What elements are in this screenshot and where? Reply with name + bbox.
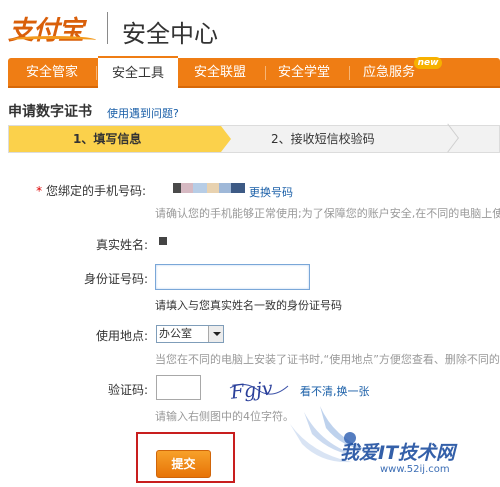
phone-hint: 请确认您的手机能够正常使用;为了保障您的账户安全,在不同的电脑上使	[155, 207, 500, 220]
logo-swoosh	[10, 36, 96, 44]
masked-phone-number	[173, 183, 245, 193]
step-1-arrow	[221, 126, 231, 152]
step-1-label: 1、填写信息	[73, 132, 142, 146]
alipay-logo[interactable]: 支付宝	[8, 10, 100, 46]
chevron-down-icon[interactable]	[208, 326, 223, 342]
captcha-image[interactable]: Fgjv	[228, 374, 290, 404]
nav-item-security-alliance[interactable]: 安全联盟	[194, 58, 246, 88]
watermark-text: 我爱IT技术网	[340, 442, 456, 464]
location-label: 使用地点:	[95, 329, 148, 343]
mask-segment	[173, 183, 181, 193]
mask-segment	[231, 183, 245, 193]
step-2-label: 2、接收短信校验码	[271, 132, 375, 146]
masked-real-name	[159, 237, 167, 245]
nav-item-security-tools[interactable]: 安全工具	[98, 56, 178, 90]
nav-divider	[265, 66, 266, 80]
mask-segment	[193, 183, 207, 193]
header-divider	[107, 12, 108, 44]
location-select[interactable]: 办公室	[156, 325, 224, 343]
page-title: 安全中心	[122, 20, 218, 48]
phone-label: * 您绑定的手机号码:	[6, 182, 146, 199]
page-heading: 申请数字证书	[8, 104, 92, 120]
id-number-input[interactable]	[155, 264, 310, 290]
mask-segment	[219, 183, 231, 193]
submit-button[interactable]: 提交	[156, 450, 211, 478]
id-number-note: 请填入与您真实姓名一致的身份证号码	[155, 299, 342, 312]
watermark-url: www.52ij.com	[380, 464, 450, 475]
nav-item-security-manager[interactable]: 安全管家	[26, 58, 78, 88]
nav-divider	[349, 66, 350, 80]
captcha-input[interactable]	[156, 375, 201, 400]
location-selected-value: 办公室	[159, 327, 192, 340]
progress-steps: 1、填写信息 2、接收短信校验码	[8, 123, 500, 153]
nav-item-security-school[interactable]: 安全学堂	[278, 58, 330, 88]
location-hint: 当您在不同的电脑上安装了证书时,“使用地点”方便您查看、删除不同的证	[155, 353, 500, 366]
real-name-label: 真实姓名:	[95, 238, 148, 252]
mask-segment	[181, 183, 193, 193]
change-phone-link[interactable]: 更换号码	[249, 184, 293, 200]
captcha-label: 验证码:	[107, 383, 148, 397]
help-link[interactable]: 使用遇到问题?	[107, 105, 179, 121]
id-number-label: 身份证号码:	[83, 272, 148, 286]
phone-label-text: 您绑定的手机号码:	[45, 184, 146, 198]
new-badge: new	[414, 57, 442, 69]
captcha-text: Fgjv	[229, 377, 274, 403]
nav-item-emergency-service[interactable]: 应急服务	[363, 58, 415, 88]
nav-divider	[96, 66, 97, 80]
mask-segment	[207, 183, 219, 193]
captcha-hint: 请输入右侧图中的4位字符。	[155, 410, 294, 423]
required-mark: *	[36, 184, 46, 198]
captcha-refresh-link[interactable]: 看不清,换一张	[300, 383, 370, 399]
step-2-arrow	[437, 123, 459, 153]
